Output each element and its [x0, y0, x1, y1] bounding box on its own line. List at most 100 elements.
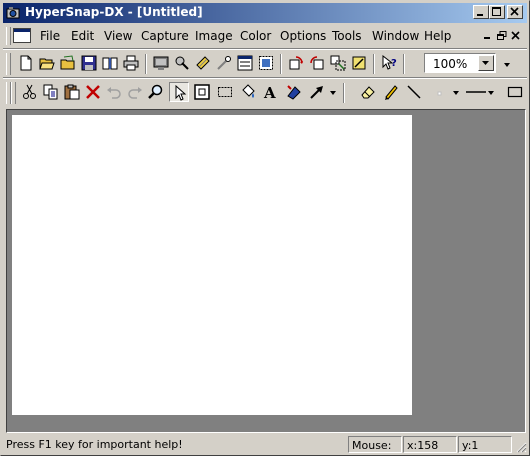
arrow-tool-button[interactable] [307, 82, 327, 102]
line-color-icon [437, 91, 442, 96]
menu-file[interactable]: File [40, 29, 60, 43]
mdi-close-icon[interactable] [511, 31, 522, 41]
mdi-minimize-icon[interactable] [483, 31, 494, 41]
open-button[interactable] [37, 53, 57, 73]
line-button[interactable] [404, 82, 424, 102]
capture-screen-button[interactable] [151, 53, 171, 73]
redo-icon [128, 87, 142, 99]
zoom-button[interactable] [146, 82, 166, 102]
open-icon [39, 58, 55, 70]
line-color-button[interactable] [429, 82, 449, 102]
capture-tool-button[interactable] [172, 53, 192, 73]
capture-tool-icon [175, 56, 189, 70]
line-icon [407, 85, 421, 99]
text-icon: A [263, 84, 276, 100]
arrow-tool-icon [310, 86, 323, 99]
select-window-button[interactable] [192, 82, 212, 102]
copy-button[interactable] [41, 82, 61, 102]
redo-button[interactable] [125, 82, 145, 102]
resize-icon [330, 55, 346, 71]
capture-extended-button[interactable] [256, 53, 276, 73]
zoom-dropdown-button[interactable] [478, 55, 494, 71]
open-folder-button[interactable] [58, 53, 78, 73]
rotate-button[interactable] [286, 53, 306, 73]
image-canvas[interactable] [12, 115, 412, 415]
delete-button[interactable] [83, 82, 103, 102]
line-color-dropdown-icon[interactable] [453, 91, 460, 96]
crop-button[interactable] [349, 53, 369, 73]
document-icon[interactable] [13, 28, 31, 43]
new-icon [20, 55, 32, 71]
paste-button[interactable] [62, 82, 82, 102]
svg-text:A: A [263, 84, 276, 100]
mdi-restore-icon[interactable] [497, 31, 508, 41]
status-y-readout: y:1 [462, 439, 479, 452]
capture-region-button[interactable] [235, 53, 255, 73]
select-arrow-button[interactable] [169, 82, 189, 102]
copy-icon [43, 84, 58, 100]
status-y-pane: y:1 [458, 436, 512, 453]
fill-button[interactable] [238, 82, 258, 102]
status-x-pane: x:158 [403, 436, 457, 453]
toolbar-divider [343, 83, 345, 103]
menu-image[interactable]: Image [195, 29, 233, 43]
undo-capture-button[interactable] [307, 53, 327, 73]
open-book-button[interactable] [100, 53, 120, 73]
window-title: HyperSnap-DX - [Untitled] [25, 5, 203, 19]
zoom-icon [148, 84, 163, 99]
toolbar-divider [145, 54, 147, 74]
menubar-grip[interactable] [6, 27, 11, 45]
undo-button[interactable] [104, 82, 124, 102]
menu-view[interactable]: View [104, 29, 132, 43]
toolbar1-grip[interactable] [6, 53, 11, 75]
line-width-button[interactable] [463, 82, 489, 102]
print-icon [123, 55, 139, 71]
context-help-icon: ? [382, 55, 397, 70]
toolbar-divider [373, 54, 375, 74]
text-button[interactable]: A [261, 82, 281, 102]
close-button[interactable] [507, 5, 523, 19]
resize-button[interactable] [328, 53, 348, 73]
menu-edit[interactable]: Edit [71, 29, 94, 43]
rotate-icon [289, 56, 303, 70]
minimize-button[interactable] [473, 5, 489, 19]
select-rect-button[interactable] [215, 82, 235, 102]
resize-grip-icon[interactable] [515, 441, 527, 453]
title-bar[interactable]: HyperSnap-DX - [Untitled] [3, 3, 527, 23]
cut-button[interactable] [20, 82, 40, 102]
context-help-button[interactable]: ? [379, 53, 399, 73]
toolbar-overflow-icon[interactable] [503, 62, 511, 68]
app-camera-icon [6, 7, 20, 19]
arrow-tool-dropdown-icon[interactable] [330, 91, 337, 96]
line-width-dropdown-icon[interactable] [488, 91, 495, 96]
pencil-icon [385, 85, 398, 100]
select-rect-icon [218, 87, 232, 97]
new-button[interactable] [16, 53, 36, 73]
status-message: Press F1 key for important help! [6, 438, 183, 451]
menu-options[interactable]: Options [280, 29, 326, 43]
menu-window[interactable]: Window [372, 29, 419, 43]
menu-capture[interactable]: Capture [141, 29, 189, 43]
close-icon [510, 7, 519, 16]
edit-toolbar: A [3, 79, 527, 107]
workspace [6, 109, 526, 433]
menu-help[interactable]: Help [424, 29, 451, 43]
rectangle-button[interactable] [505, 82, 525, 102]
crop-icon [352, 56, 366, 70]
capture-scroll-icon [196, 56, 210, 70]
stamp-button[interactable] [284, 82, 304, 102]
pencil-button[interactable] [381, 82, 401, 102]
stamp-icon [287, 85, 301, 100]
maximize-button[interactable] [489, 5, 505, 19]
fill-icon [242, 84, 255, 98]
menu-color[interactable]: Color [240, 29, 271, 43]
eraser-button[interactable] [358, 82, 378, 102]
capture-screen-icon [153, 56, 169, 70]
capture-scroll-button[interactable] [193, 53, 213, 73]
save-icon [81, 55, 97, 71]
menu-tools[interactable]: Tools [332, 29, 362, 43]
print-button[interactable] [121, 53, 141, 73]
zoom-select[interactable]: 100% [424, 53, 496, 73]
capture-object-button[interactable] [214, 53, 234, 73]
save-button[interactable] [79, 53, 99, 73]
